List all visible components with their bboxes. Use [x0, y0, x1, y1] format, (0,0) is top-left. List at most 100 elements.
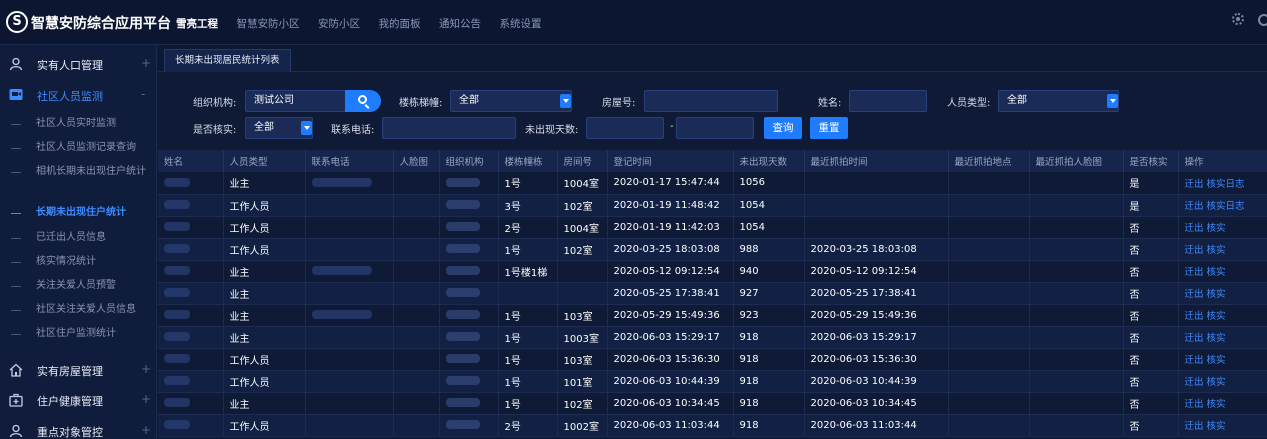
- row-action-links[interactable]: 迁出 核实: [1185, 223, 1226, 234]
- topnav-notices[interactable]: 通知公告: [439, 18, 481, 30]
- expand-toggle[interactable]: +: [141, 392, 151, 406]
- topnav-smart-community[interactable]: 智慧安防小区: [237, 18, 300, 30]
- cell-register-time: 2020-01-19 11:42:03: [607, 216, 734, 239]
- org-search-button[interactable]: [345, 90, 381, 112]
- topnav-my-panel[interactable]: 我的面板: [379, 18, 421, 30]
- chevron-down-icon: [1107, 94, 1118, 108]
- org-select[interactable]: 测试公司: [245, 90, 347, 112]
- cell-room: [557, 282, 608, 305]
- cell-name: [158, 348, 224, 371]
- sidebar-group-population[interactable]: 实有人口管理 +: [0, 50, 157, 78]
- row-action-links[interactable]: 迁出 核实: [1185, 245, 1226, 256]
- cell-verified: 否: [1123, 238, 1179, 261]
- name-input[interactable]: [849, 90, 927, 112]
- row-action-links[interactable]: 迁出 核实: [1185, 377, 1226, 388]
- topnav-xueliang[interactable]: 雪亮工程: [176, 18, 218, 30]
- reset-button[interactable]: 重置: [810, 117, 848, 139]
- redacted-organization: [445, 354, 480, 363]
- cell-last-capture-face: [1029, 238, 1124, 261]
- cell-name: [158, 172, 224, 195]
- user-circle-icon[interactable]: [1258, 14, 1267, 26]
- expand-toggle[interactable]: +: [141, 362, 151, 376]
- redacted-name: [164, 354, 190, 363]
- row-action-links[interactable]: 迁出 核实: [1185, 267, 1226, 278]
- cell-phone: [305, 260, 394, 283]
- cell-face-image: [393, 238, 440, 261]
- row-action-links[interactable]: 迁出 核实: [1185, 289, 1226, 300]
- person-type-select[interactable]: 全部: [998, 90, 1119, 112]
- expand-toggle[interactable]: +: [141, 423, 151, 437]
- cell-name: [158, 326, 224, 349]
- row-action-links[interactable]: 迁出 核实: [1185, 333, 1226, 344]
- cell-actions: 迁出 核实: [1178, 414, 1267, 437]
- cell-actions: 迁出 核实: [1178, 304, 1267, 327]
- cell-organization: [439, 370, 499, 393]
- cell-name: [158, 238, 224, 261]
- sidebar-group-key-targets[interactable]: 重点对象管控 +: [0, 417, 157, 439]
- cell-building: 1号: [498, 392, 558, 415]
- row-action-links[interactable]: 迁出 核实: [1185, 311, 1226, 322]
- redacted-organization: [445, 288, 480, 297]
- cell-phone: [305, 326, 394, 349]
- cell-register-time: 2020-05-25 17:38:41: [607, 282, 734, 305]
- cell-person-type: 工作人员: [223, 348, 306, 371]
- table-row: 业主 1号楼1梯 2020-05-12 09:12:54 940 2020-05-12 …: [158, 260, 1267, 283]
- cell-name: [158, 216, 224, 239]
- building-select[interactable]: 全部: [450, 90, 572, 112]
- cell-actions: 迁出 核实: [1178, 282, 1267, 305]
- monitor-icon: [9, 89, 23, 100]
- cell-absent-days: 1054: [733, 194, 805, 217]
- cell-name: [158, 392, 224, 415]
- row-action-links[interactable]: 迁出 核实: [1185, 399, 1226, 410]
- collapse-toggle[interactable]: -: [141, 87, 145, 101]
- gear-icon[interactable]: [1232, 13, 1244, 25]
- cell-organization: [439, 238, 499, 261]
- cell-organization: [439, 326, 499, 349]
- sidebar-group-housing[interactable]: 实有房屋管理 +: [0, 356, 157, 384]
- redacted-name: [164, 398, 190, 407]
- cell-register-time: 2020-06-03 15:36:30: [607, 348, 734, 371]
- topnav-system-settings[interactable]: 系统设置: [500, 18, 542, 30]
- verified-select[interactable]: 全部: [245, 117, 313, 139]
- sidebar: 实有人口管理 + 社区人员监测 - 社区人员实时监测 社区人员监测记录查询 相机…: [0, 45, 157, 439]
- cell-register-time: 2020-05-12 09:12:54: [607, 260, 734, 283]
- sidebar-group-monitoring[interactable]: 社区人员监测 -: [0, 81, 157, 109]
- cell-verified: 是: [1123, 194, 1179, 217]
- top-bar: S 智慧安防综合应用平台 雪亮工程 智慧安防小区 安防小区 我的面板 通知公告 …: [0, 0, 1267, 45]
- table-row: 工作人员 1号 102室 2020-03-25 18:03:08 988 2020-03-…: [158, 238, 1267, 261]
- days-max-input[interactable]: [676, 117, 754, 139]
- row-action-links[interactable]: 迁出 核实日志: [1185, 201, 1245, 212]
- cell-actions: 迁出 核实: [1178, 326, 1267, 349]
- row-action-links[interactable]: 迁出 核实日志: [1185, 179, 1245, 190]
- phone-input[interactable]: [382, 117, 516, 139]
- column-header: 是否核实: [1123, 150, 1179, 172]
- cell-absent-days: 918: [733, 348, 805, 371]
- column-header: 未出现天数: [733, 150, 805, 172]
- cell-room: 1003室: [557, 326, 608, 349]
- cell-absent-days: 918: [733, 414, 805, 437]
- cell-verified: 否: [1123, 370, 1179, 393]
- person-icon: [9, 57, 23, 71]
- topnav-security-community[interactable]: 安防小区: [318, 18, 360, 30]
- cell-last-capture-location: [948, 216, 1030, 239]
- sidebar-group-health[interactable]: 住户健康管理 +: [0, 386, 157, 414]
- expand-toggle[interactable]: +: [141, 56, 151, 70]
- query-button[interactable]: 查询: [764, 117, 802, 139]
- cell-last-capture-face: [1029, 370, 1124, 393]
- redacted-organization: [445, 376, 480, 385]
- table-row: 工作人员 2号 1004室 2020-01-19 11:42:03 1054 否迁出 核实: [158, 216, 1267, 239]
- cell-room: 102室: [557, 238, 608, 261]
- cell-last-capture-location: [948, 282, 1030, 305]
- row-action-links[interactable]: 迁出 核实: [1185, 355, 1226, 366]
- redacted-name: [164, 177, 190, 187]
- cell-absent-days: 927: [733, 282, 805, 305]
- room-input[interactable]: [644, 90, 778, 112]
- row-action-links[interactable]: 迁出 核实: [1185, 421, 1226, 432]
- cell-absent-days: 940: [733, 260, 805, 283]
- redacted-phone: [311, 266, 372, 275]
- cell-room: [557, 260, 608, 283]
- cell-face-image: [393, 414, 440, 437]
- days-min-input[interactable]: [586, 117, 664, 139]
- cell-absent-days: 1054: [733, 216, 805, 239]
- tab-long-absent-list[interactable]: 长期未出现居民统计列表: [164, 49, 291, 72]
